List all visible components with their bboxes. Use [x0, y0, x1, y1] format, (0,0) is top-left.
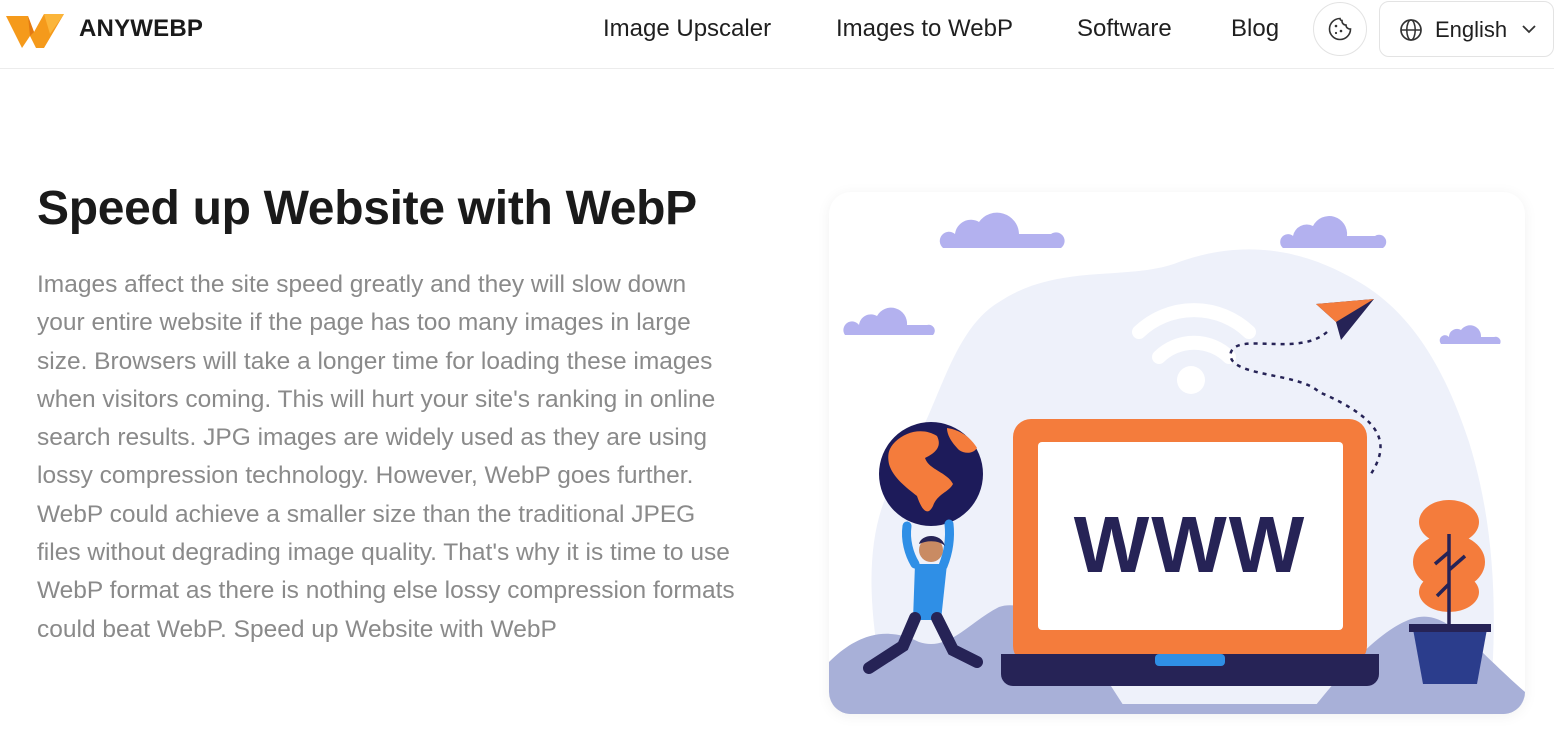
nav-image-upscaler[interactable]: Image Upscaler	[603, 14, 771, 44]
website-speed-illustration: WWW	[829, 192, 1525, 714]
globe-icon	[1400, 19, 1422, 41]
chevron-down-icon	[1522, 25, 1536, 34]
language-label: English	[1435, 17, 1508, 42]
cookie-theme-icon	[1328, 17, 1352, 41]
site-header: ANYWEBP Image Upscaler Images to WebP So…	[0, 0, 1554, 69]
nav-software[interactable]: Software	[1077, 14, 1172, 44]
nav-blog[interactable]: Blog	[1231, 14, 1279, 44]
logo-icon[interactable]	[4, 10, 66, 52]
nav-images-to-webp[interactable]: Images to WebP	[836, 14, 1013, 44]
language-select[interactable]: English	[1379, 1, 1554, 57]
intro-paragraph: Images affect the site speed greatly and…	[37, 271, 735, 643]
page-title: Speed up Website with WebP	[37, 182, 697, 235]
screen-www-text: WWW	[1074, 500, 1307, 589]
brand-name[interactable]: ANYWEBP	[79, 14, 203, 44]
theme-toggle-button[interactable]	[1313, 2, 1367, 56]
